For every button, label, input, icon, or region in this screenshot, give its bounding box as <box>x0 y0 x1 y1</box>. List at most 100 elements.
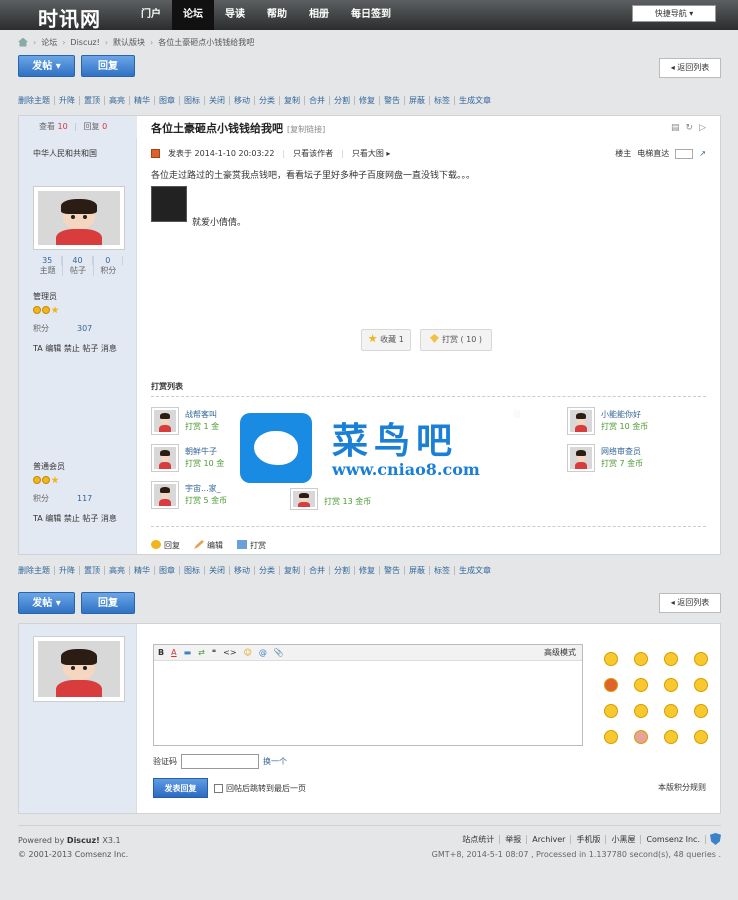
smiley-icon[interactable] <box>634 652 648 666</box>
smiley-icon[interactable] <box>664 704 678 718</box>
footer-link-stats[interactable]: 站点统计 <box>457 834 501 844</box>
points-rules-link[interactable]: 本版积分规则 <box>658 782 706 793</box>
mod-article[interactable]: 生成文章 <box>455 566 495 575</box>
copy-link[interactable]: [复制链接] <box>287 125 325 134</box>
nav-item-portal[interactable]: 门户 <box>130 0 172 30</box>
go-icon[interactable]: ↗ <box>699 149 706 158</box>
stat-threads[interactable]: 35 主题 <box>33 256 64 276</box>
mod-merge[interactable]: 合并 <box>305 95 330 105</box>
avatar[interactable] <box>33 636 125 702</box>
print-icon[interactable]: ▤ <box>671 123 680 133</box>
nav-item-checkin[interactable]: 每日签到 <box>340 0 402 30</box>
mod-repair[interactable]: 修复 <box>355 565 380 575</box>
footer-link-mobile[interactable]: 手机版 <box>571 834 607 844</box>
mod-copy[interactable]: 复制 <box>280 565 305 575</box>
site-logo[interactable]: 时讯网 <box>38 3 101 32</box>
smiley-icon[interactable] <box>694 730 708 744</box>
footer-link-comsenz[interactable]: Comsenz Inc. <box>641 834 706 844</box>
reply-action[interactable]: 回复 <box>151 540 180 551</box>
mod-close[interactable]: 关闭 <box>205 95 230 105</box>
smiley-icon[interactable] <box>694 678 708 692</box>
submit-reply-button[interactable]: 发表回复 <box>153 778 208 798</box>
only-author-link[interactable]: 只看该作者 <box>293 148 333 159</box>
footer-link-blacklist[interactable]: 小黑屋 <box>606 834 642 844</box>
breadcrumb-discuz[interactable]: Discuz! <box>70 38 99 47</box>
favorite-button[interactable]: 收藏 1 <box>361 329 411 351</box>
mod-move[interactable]: 移动 <box>230 565 255 575</box>
user-group[interactable]: 管理员 <box>33 291 57 302</box>
jump-last-page-checkbox[interactable]: 回帖后跳转到最后一页 <box>214 783 306 794</box>
edit-action[interactable]: 编辑 <box>194 540 223 551</box>
avatar[interactable] <box>151 444 179 472</box>
mod-copy[interactable]: 复制 <box>280 95 305 105</box>
mod-highlight[interactable]: 高亮 <box>105 565 130 575</box>
floor-input[interactable] <box>675 148 694 159</box>
only-big-image-link[interactable]: 只看大图 ▸ <box>352 148 391 159</box>
rate-action[interactable]: 打赏 <box>237 540 266 551</box>
mod-delete[interactable]: 删除主题 <box>18 565 55 575</box>
image-icon[interactable]: ▬ <box>184 648 192 657</box>
mod-stamp[interactable]: 图章 <box>155 565 180 575</box>
avatar[interactable] <box>567 444 595 472</box>
breadcrumb-board[interactable]: 默认版块 <box>113 37 145 48</box>
mod-stamp[interactable]: 图章 <box>155 95 180 105</box>
avatar[interactable] <box>33 186 125 250</box>
smiley-icon[interactable] <box>664 652 678 666</box>
mod-stick[interactable]: 置顶 <box>80 95 105 105</box>
refresh-icon[interactable]: ↻ <box>686 123 694 133</box>
author-name[interactable]: 中华人民和共和国 <box>33 148 97 159</box>
footer-link-report[interactable]: 举报 <box>500 834 528 844</box>
reply-button[interactable]: 回复 <box>81 592 135 614</box>
mod-ban[interactable]: 屏蔽 <box>405 565 430 575</box>
mod-bump[interactable]: 升降 <box>55 565 80 575</box>
smiley-icon[interactable] <box>604 704 618 718</box>
author-actions[interactable]: TA 编辑 禁止 帖子 消息 <box>33 513 117 524</box>
smiley-icon[interactable] <box>604 678 618 692</box>
mod-ban[interactable]: 屏蔽 <box>405 95 430 105</box>
stat-posts[interactable]: 40 帖子 <box>63 256 94 276</box>
smiley-icon[interactable] <box>694 652 708 666</box>
code-icon[interactable]: <> <box>223 648 236 657</box>
smiley-icon[interactable] <box>664 730 678 744</box>
discuz-link[interactable]: Discuz! <box>67 836 100 845</box>
smiley-icon[interactable] <box>634 678 648 692</box>
font-color-icon[interactable]: A <box>171 648 176 657</box>
smiley-icon[interactable] <box>664 678 678 692</box>
mod-icon[interactable]: 图标 <box>180 95 205 105</box>
mod-tag[interactable]: 标签 <box>430 95 455 105</box>
avatar[interactable] <box>151 407 179 435</box>
link-icon[interactable]: ⇄ <box>198 648 205 657</box>
nav-item-forum[interactable]: 论坛 <box>172 0 214 30</box>
user-group[interactable]: 普通会员 <box>33 461 65 472</box>
mod-delete[interactable]: 删除主题 <box>18 95 55 105</box>
mod-warn[interactable]: 警告 <box>380 565 405 575</box>
nav-item-help[interactable]: 帮助 <box>256 0 298 30</box>
mod-icon[interactable]: 图标 <box>180 565 205 575</box>
bold-icon[interactable]: B <box>158 648 164 657</box>
back-to-list-button[interactable]: ◂ 返回列表 <box>659 593 721 613</box>
next-thread-icon[interactable]: ▷ <box>699 123 706 133</box>
quote-icon[interactable]: ❝ <box>212 648 216 657</box>
mod-type[interactable]: 分类 <box>255 95 280 105</box>
nav-item-guide[interactable]: 导读 <box>214 0 256 30</box>
mod-bump[interactable]: 升降 <box>55 95 80 105</box>
shield-icon[interactable] <box>710 833 721 845</box>
new-post-button[interactable]: 发帖 ▾ <box>18 55 75 77</box>
avatar[interactable] <box>151 481 179 509</box>
smiley-icon[interactable] <box>634 704 648 718</box>
breadcrumb-forum[interactable]: 论坛 <box>41 37 57 48</box>
mod-split[interactable]: 分割 <box>330 95 355 105</box>
mod-highlight[interactable]: 高亮 <box>105 95 130 105</box>
nav-item-album[interactable]: 相册 <box>298 0 340 30</box>
mod-stick[interactable]: 置顶 <box>80 565 105 575</box>
smiley-icon[interactable] <box>604 652 618 666</box>
captcha-refresh-link[interactable]: 换一个 <box>263 756 287 767</box>
attachment-icon[interactable]: 📎 <box>274 648 284 657</box>
mod-move[interactable]: 移动 <box>230 95 255 105</box>
footer-link-archiver[interactable]: Archiver <box>527 834 572 844</box>
new-post-button[interactable]: 发帖 ▾ <box>18 592 75 614</box>
stat-points[interactable]: 0 积分 <box>94 256 123 276</box>
rate-button[interactable]: 打赏 ( 10 ) <box>420 329 492 351</box>
mod-article[interactable]: 生成文章 <box>455 96 495 105</box>
mod-close[interactable]: 关闭 <box>205 565 230 575</box>
